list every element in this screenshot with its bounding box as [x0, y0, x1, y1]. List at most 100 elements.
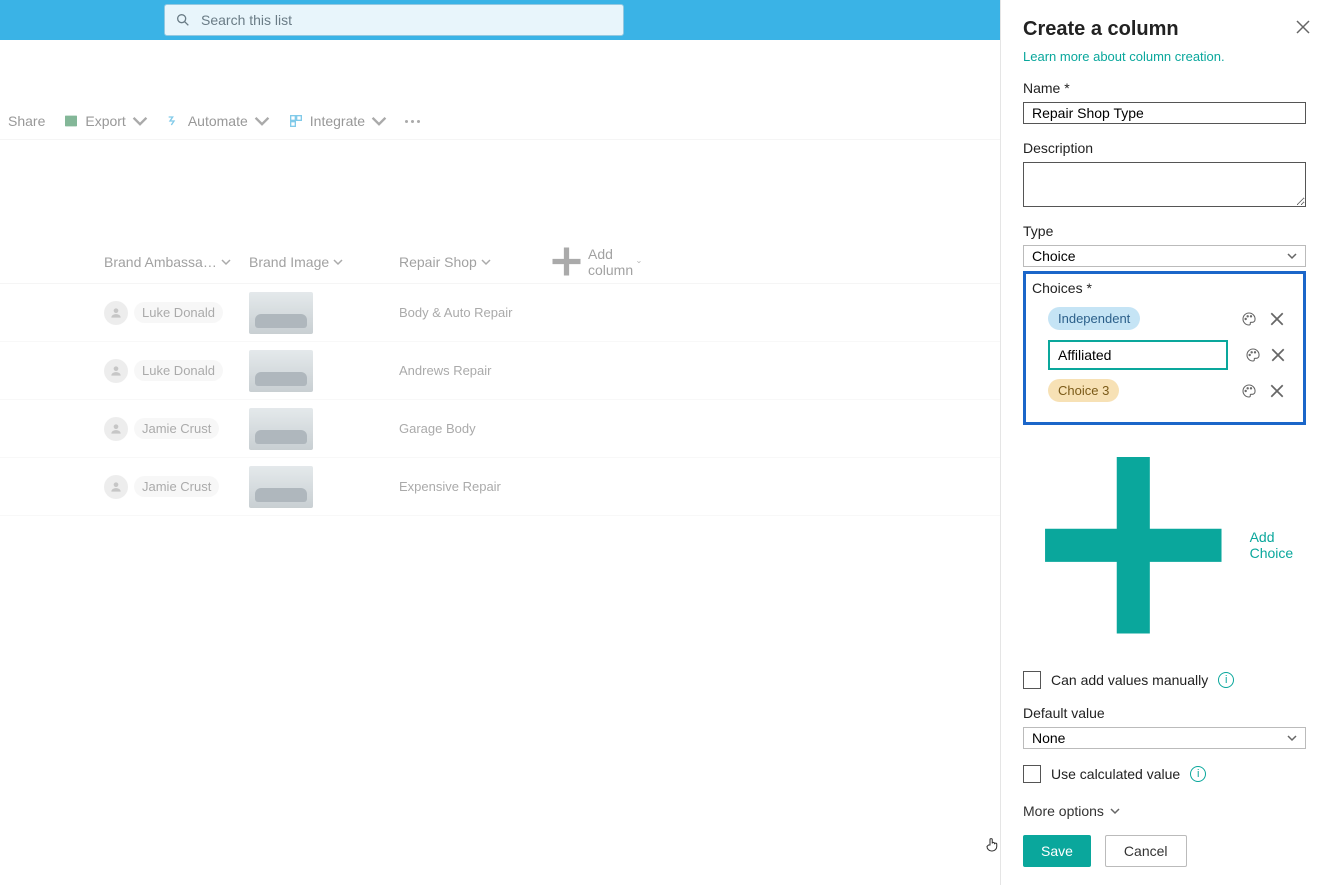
- palette-icon[interactable]: [1239, 309, 1259, 329]
- more-options-toggle[interactable]: More options: [1023, 803, 1306, 819]
- brand-ambassador-cell: Luke Donald: [104, 359, 249, 383]
- grid-icon: [288, 113, 304, 129]
- pointer-cursor-icon: [984, 834, 1002, 856]
- table-row[interactable]: Luke Donald Body & Auto Repair: [0, 284, 1000, 342]
- can-add-values-checkbox-row: Can add values manually i: [1023, 671, 1306, 689]
- table-row[interactable]: Luke Donald Andrews Repair: [0, 342, 1000, 400]
- avatar: [104, 359, 128, 383]
- chevron-down-icon: [132, 113, 148, 129]
- car-thumbnail: [249, 292, 313, 334]
- brand-ambassador-cell: Luke Donald: [104, 301, 249, 325]
- chevron-down-icon: [221, 257, 231, 267]
- chevron-down-icon: [371, 113, 387, 129]
- repair-shop-cell: Garage Body: [399, 421, 549, 436]
- excel-icon: [63, 113, 79, 129]
- car-thumbnail: [249, 466, 313, 508]
- search-input[interactable]: Search this list: [164, 4, 624, 36]
- repair-shop-cell: Expensive Repair: [399, 479, 549, 494]
- choice-pill[interactable]: Choice 3: [1048, 379, 1119, 402]
- plus-icon: [1023, 435, 1244, 656]
- ambassador-name: Luke Donald: [134, 360, 223, 381]
- avatar: [104, 475, 128, 499]
- choice-row: Choice 3: [1048, 376, 1287, 406]
- palette-icon[interactable]: [1239, 381, 1259, 401]
- create-column-panel: Create a column Learn more about column …: [1000, 0, 1328, 885]
- brand-ambassador-cell: Jamie Crust: [104, 475, 249, 499]
- close-button[interactable]: [1296, 20, 1310, 39]
- add-column-button[interactable]: Add column: [549, 244, 641, 279]
- brand-ambassador-cell: Jamie Crust: [104, 417, 249, 441]
- chevron-down-icon: [481, 257, 491, 267]
- integrate-button[interactable]: Integrate: [288, 113, 387, 129]
- add-choice-button[interactable]: Add Choice: [1023, 435, 1306, 656]
- brand-image-cell: [249, 466, 399, 508]
- choices-section-highlighted: Choices Independent Choice 3: [1023, 271, 1306, 425]
- remove-choice-icon[interactable]: [1267, 381, 1287, 401]
- automate-button[interactable]: Automate: [166, 113, 270, 129]
- search-placeholder: Search this list: [201, 12, 292, 28]
- chevron-down-icon: [1287, 251, 1297, 261]
- save-button[interactable]: Save: [1023, 835, 1091, 867]
- brand-image-cell: [249, 292, 399, 334]
- car-thumbnail: [249, 408, 313, 450]
- more-actions-button[interactable]: [405, 120, 420, 123]
- column-header-repair-shop[interactable]: Repair Shop: [399, 254, 549, 270]
- table-row[interactable]: Jamie Crust Expensive Repair: [0, 458, 1000, 516]
- avatar: [104, 417, 128, 441]
- name-label: Name: [1023, 80, 1306, 96]
- info-icon[interactable]: i: [1218, 672, 1234, 688]
- use-calculated-checkbox-row: Use calculated value i: [1023, 765, 1306, 783]
- type-select[interactable]: Choice: [1023, 245, 1306, 267]
- cancel-button[interactable]: Cancel: [1105, 835, 1187, 867]
- use-calculated-label: Use calculated value: [1051, 766, 1180, 782]
- column-header-brand-image[interactable]: Brand Image: [249, 254, 399, 270]
- search-icon: [175, 12, 191, 28]
- choices-label: Choices: [1032, 280, 1297, 296]
- chevron-down-icon: [1287, 733, 1297, 743]
- panel-footer: Save Cancel: [1023, 819, 1306, 885]
- flow-icon: [166, 113, 182, 129]
- chevron-down-icon: [637, 257, 641, 267]
- column-headers: Brand Ambassa… Brand Image Repair Shop A…: [0, 240, 1000, 284]
- share-button[interactable]: Share: [8, 113, 45, 129]
- description-label: Description: [1023, 140, 1306, 156]
- repair-shop-cell: Body & Auto Repair: [399, 305, 549, 320]
- car-thumbnail: [249, 350, 313, 392]
- export-button[interactable]: Export: [63, 113, 147, 129]
- default-value-label: Default value: [1023, 705, 1306, 721]
- name-input[interactable]: [1023, 102, 1306, 124]
- chevron-down-icon: [254, 113, 270, 129]
- ambassador-name: Jamie Crust: [134, 418, 219, 439]
- choice-row: Independent: [1048, 304, 1287, 334]
- can-add-values-label: Can add values manually: [1051, 672, 1208, 688]
- remove-choice-icon[interactable]: [1270, 345, 1288, 365]
- chevron-down-icon: [1110, 806, 1120, 816]
- panel-title: Create a column: [1023, 18, 1306, 41]
- remove-choice-icon[interactable]: [1267, 309, 1287, 329]
- learn-more-link[interactable]: Learn more about column creation.: [1023, 49, 1306, 64]
- chevron-down-icon: [333, 257, 343, 267]
- plus-icon: [549, 244, 584, 279]
- info-icon[interactable]: i: [1190, 766, 1206, 782]
- avatar: [104, 301, 128, 325]
- description-input[interactable]: [1023, 162, 1306, 207]
- ambassador-name: Jamie Crust: [134, 476, 219, 497]
- column-header-brand-ambassador[interactable]: Brand Ambassa…: [104, 254, 249, 270]
- table-row[interactable]: Jamie Crust Garage Body: [0, 400, 1000, 458]
- repair-shop-cell: Andrews Repair: [399, 363, 549, 378]
- ambassador-name: Luke Donald: [134, 302, 223, 323]
- type-select-value: Choice: [1032, 248, 1076, 264]
- can-add-values-checkbox[interactable]: [1023, 671, 1041, 689]
- choice-row: [1048, 340, 1287, 370]
- choice-input-editing[interactable]: [1048, 340, 1228, 370]
- brand-image-cell: [249, 350, 399, 392]
- brand-image-cell: [249, 408, 399, 450]
- choice-pill[interactable]: Independent: [1048, 307, 1140, 330]
- use-calculated-checkbox[interactable]: [1023, 765, 1041, 783]
- list-toolbar: Share Export Automate Integrate: [0, 40, 1000, 140]
- main-area-dimmed: Share Export Automate Integrate: [0, 40, 1000, 885]
- palette-icon[interactable]: [1244, 345, 1262, 365]
- list-table: Brand Ambassa… Brand Image Repair Shop A…: [0, 240, 1000, 516]
- default-value-select[interactable]: None: [1023, 727, 1306, 749]
- close-icon: [1296, 20, 1310, 34]
